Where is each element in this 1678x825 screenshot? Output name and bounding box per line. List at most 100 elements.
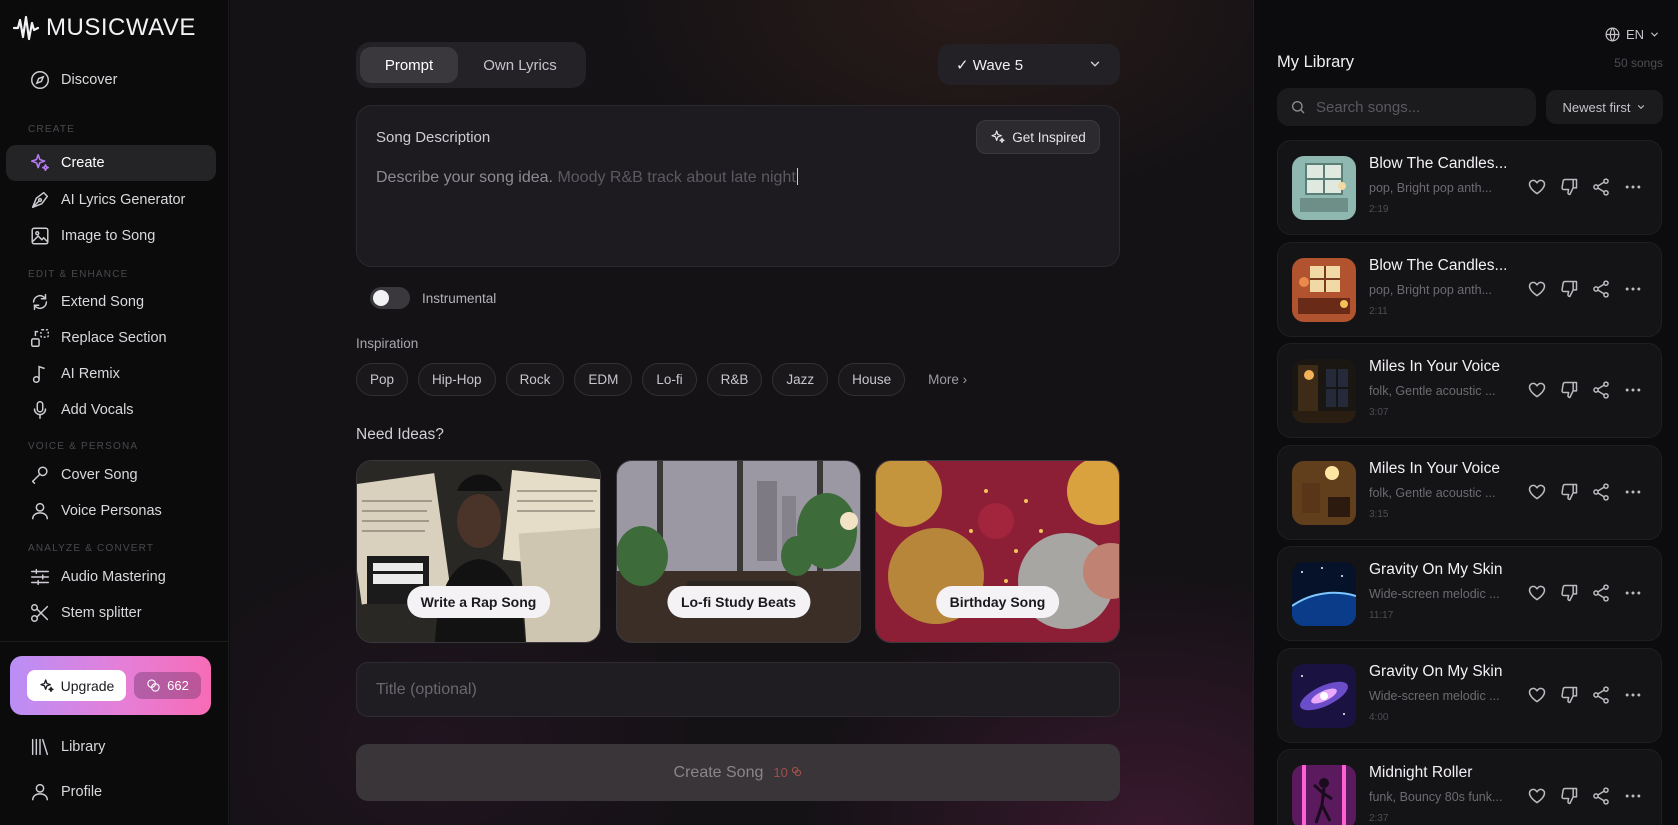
- song-card[interactable]: Blow The Candles... pop, Bright pop anth.…: [1277, 242, 1662, 337]
- share-icon[interactable]: [1591, 786, 1611, 806]
- idea-card-rap[interactable]: Write a Rap Song: [356, 460, 601, 643]
- genre-chip-house[interactable]: House: [838, 363, 906, 396]
- song-title[interactable]: Miles In Your Voice: [1369, 460, 1500, 478]
- thumbs-down-icon[interactable]: [1559, 685, 1579, 705]
- song-duration: 2:19: [1369, 204, 1389, 215]
- thumbs-down-icon[interactable]: [1559, 786, 1579, 806]
- nav-replace-section[interactable]: Replace Section: [6, 320, 216, 356]
- song-cover-art[interactable]: [1292, 359, 1356, 423]
- nav-voice-personas-label: Voice Personas: [61, 503, 162, 519]
- heart-icon[interactable]: [1527, 177, 1547, 197]
- genre-chip-lofi[interactable]: Lo-fi: [642, 363, 697, 396]
- song-cover-art[interactable]: [1292, 258, 1356, 322]
- song-description-label: Song Description: [376, 129, 491, 146]
- thumbs-down-icon[interactable]: [1559, 482, 1579, 502]
- model-select[interactable]: ✓ Wave 5: [938, 44, 1120, 85]
- more-options-icon[interactable]: [1623, 482, 1643, 502]
- song-title[interactable]: Blow The Candles...: [1369, 257, 1507, 275]
- heart-icon[interactable]: [1527, 279, 1547, 299]
- song-cover-art[interactable]: [1292, 562, 1356, 626]
- share-icon[interactable]: [1591, 177, 1611, 197]
- heart-icon[interactable]: [1527, 685, 1547, 705]
- song-description-box[interactable]: Song Description Get Inspired Describe y…: [356, 105, 1120, 267]
- song-cover-art[interactable]: [1292, 461, 1356, 525]
- nav-ai-remix[interactable]: AI Remix: [6, 356, 216, 392]
- nav-cover-song[interactable]: Cover Song: [6, 457, 216, 493]
- nav-ai-lyrics[interactable]: AI Lyrics Generator: [6, 182, 216, 218]
- language-selector[interactable]: EN: [1604, 26, 1660, 43]
- song-card[interactable]: Blow The Candles... pop, Bright pop anth.…: [1277, 140, 1662, 235]
- nav-extend-song[interactable]: Extend Song: [6, 284, 216, 320]
- genre-chip-pop[interactable]: Pop: [356, 363, 409, 396]
- nav-image-to-song[interactable]: Image to Song: [6, 218, 216, 254]
- more-options-icon[interactable]: [1623, 177, 1643, 197]
- thumbs-down-icon[interactable]: [1559, 177, 1579, 197]
- upgrade-label: Upgrade: [60, 677, 115, 694]
- nav-profile[interactable]: Profile: [6, 774, 216, 810]
- song-description-text[interactable]: Describe your song idea. Moody R&B track…: [376, 168, 798, 187]
- song-actions: [1527, 786, 1643, 806]
- heart-icon[interactable]: [1527, 380, 1547, 400]
- more-options-icon[interactable]: [1623, 583, 1643, 603]
- app-logo[interactable]: MUSICWAVE: [12, 14, 196, 42]
- share-icon[interactable]: [1591, 380, 1611, 400]
- replace-section-icon: [31, 329, 49, 347]
- more-options-icon[interactable]: [1623, 279, 1643, 299]
- heart-icon[interactable]: [1527, 482, 1547, 502]
- genre-more-link[interactable]: More ›: [915, 363, 980, 396]
- heart-icon[interactable]: [1527, 786, 1547, 806]
- nav-library[interactable]: Library: [6, 729, 216, 765]
- upgrade-button[interactable]: Upgrade: [27, 670, 126, 701]
- genre-chip-rnb[interactable]: R&B: [706, 363, 763, 396]
- song-title[interactable]: Gravity On My Skin: [1369, 663, 1503, 681]
- song-card[interactable]: Gravity On My Skin Wide-screen melodic ..…: [1277, 648, 1662, 743]
- sort-select[interactable]: Newest first: [1546, 90, 1663, 124]
- nav-add-vocals[interactable]: Add Vocals: [6, 392, 216, 428]
- song-title[interactable]: Miles In Your Voice: [1369, 358, 1500, 376]
- heart-icon[interactable]: [1527, 583, 1547, 603]
- nav-audio-mastering[interactable]: Audio Mastering: [6, 559, 216, 595]
- song-cover-art[interactable]: [1292, 664, 1356, 728]
- refresh-icon: [32, 293, 48, 311]
- song-card[interactable]: Gravity On My Skin Wide-screen melodic ..…: [1277, 546, 1662, 641]
- share-icon[interactable]: [1591, 279, 1611, 299]
- genre-chip-edm[interactable]: EDM: [574, 363, 633, 396]
- song-card[interactable]: Midnight Roller funk, Bouncy 80s funk... 2…: [1277, 749, 1662, 825]
- nav-stem-splitter[interactable]: Stem splitter: [6, 595, 216, 631]
- song-title[interactable]: Midnight Roller: [1369, 764, 1472, 782]
- create-cost-value: 10: [773, 765, 788, 780]
- share-icon[interactable]: [1591, 583, 1611, 603]
- genre-chip-hip-hop[interactable]: Hip-Hop: [418, 363, 496, 396]
- more-options-icon[interactable]: [1623, 786, 1643, 806]
- more-options-icon[interactable]: [1623, 380, 1643, 400]
- song-title-input[interactable]: Title (optional): [356, 662, 1120, 717]
- share-icon[interactable]: [1591, 685, 1611, 705]
- song-cover-art[interactable]: [1292, 765, 1356, 825]
- need-ideas-label: Need Ideas?: [356, 426, 444, 443]
- thumbs-down-icon[interactable]: [1559, 583, 1579, 603]
- song-cover-art[interactable]: [1292, 156, 1356, 220]
- song-card[interactable]: Miles In Your Voice folk, Gentle acoustic…: [1277, 343, 1662, 438]
- create-song-button[interactable]: Create Song 10: [356, 744, 1120, 801]
- tab-prompt[interactable]: Prompt: [360, 47, 458, 83]
- instrumental-toggle[interactable]: [370, 287, 410, 309]
- share-icon[interactable]: [1591, 482, 1611, 502]
- idea-card-lofi[interactable]: Lo-fi Study Beats: [616, 460, 861, 643]
- genre-chip-rock[interactable]: Rock: [505, 363, 565, 396]
- nav-create[interactable]: Create: [6, 145, 216, 181]
- thumbs-down-icon[interactable]: [1559, 380, 1579, 400]
- credits-badge[interactable]: 662: [134, 672, 201, 699]
- tab-own-lyrics[interactable]: Own Lyrics: [458, 47, 582, 83]
- nav-voice-personas[interactable]: Voice Personas: [6, 493, 216, 529]
- song-title[interactable]: Blow The Candles...: [1369, 155, 1507, 173]
- song-title[interactable]: Gravity On My Skin: [1369, 561, 1503, 579]
- thumbs-down-icon[interactable]: [1559, 279, 1579, 299]
- song-card[interactable]: Miles In Your Voice folk, Gentle acoustic…: [1277, 445, 1662, 540]
- more-options-icon[interactable]: [1623, 685, 1643, 705]
- idea-card-birthday[interactable]: Birthday Song: [875, 460, 1120, 643]
- user-icon: [31, 502, 49, 520]
- get-inspired-button[interactable]: Get Inspired: [976, 120, 1100, 154]
- genre-chip-jazz[interactable]: Jazz: [772, 363, 829, 396]
- nav-discover[interactable]: Discover: [6, 62, 216, 98]
- library-search-input[interactable]: Search songs...: [1277, 88, 1536, 126]
